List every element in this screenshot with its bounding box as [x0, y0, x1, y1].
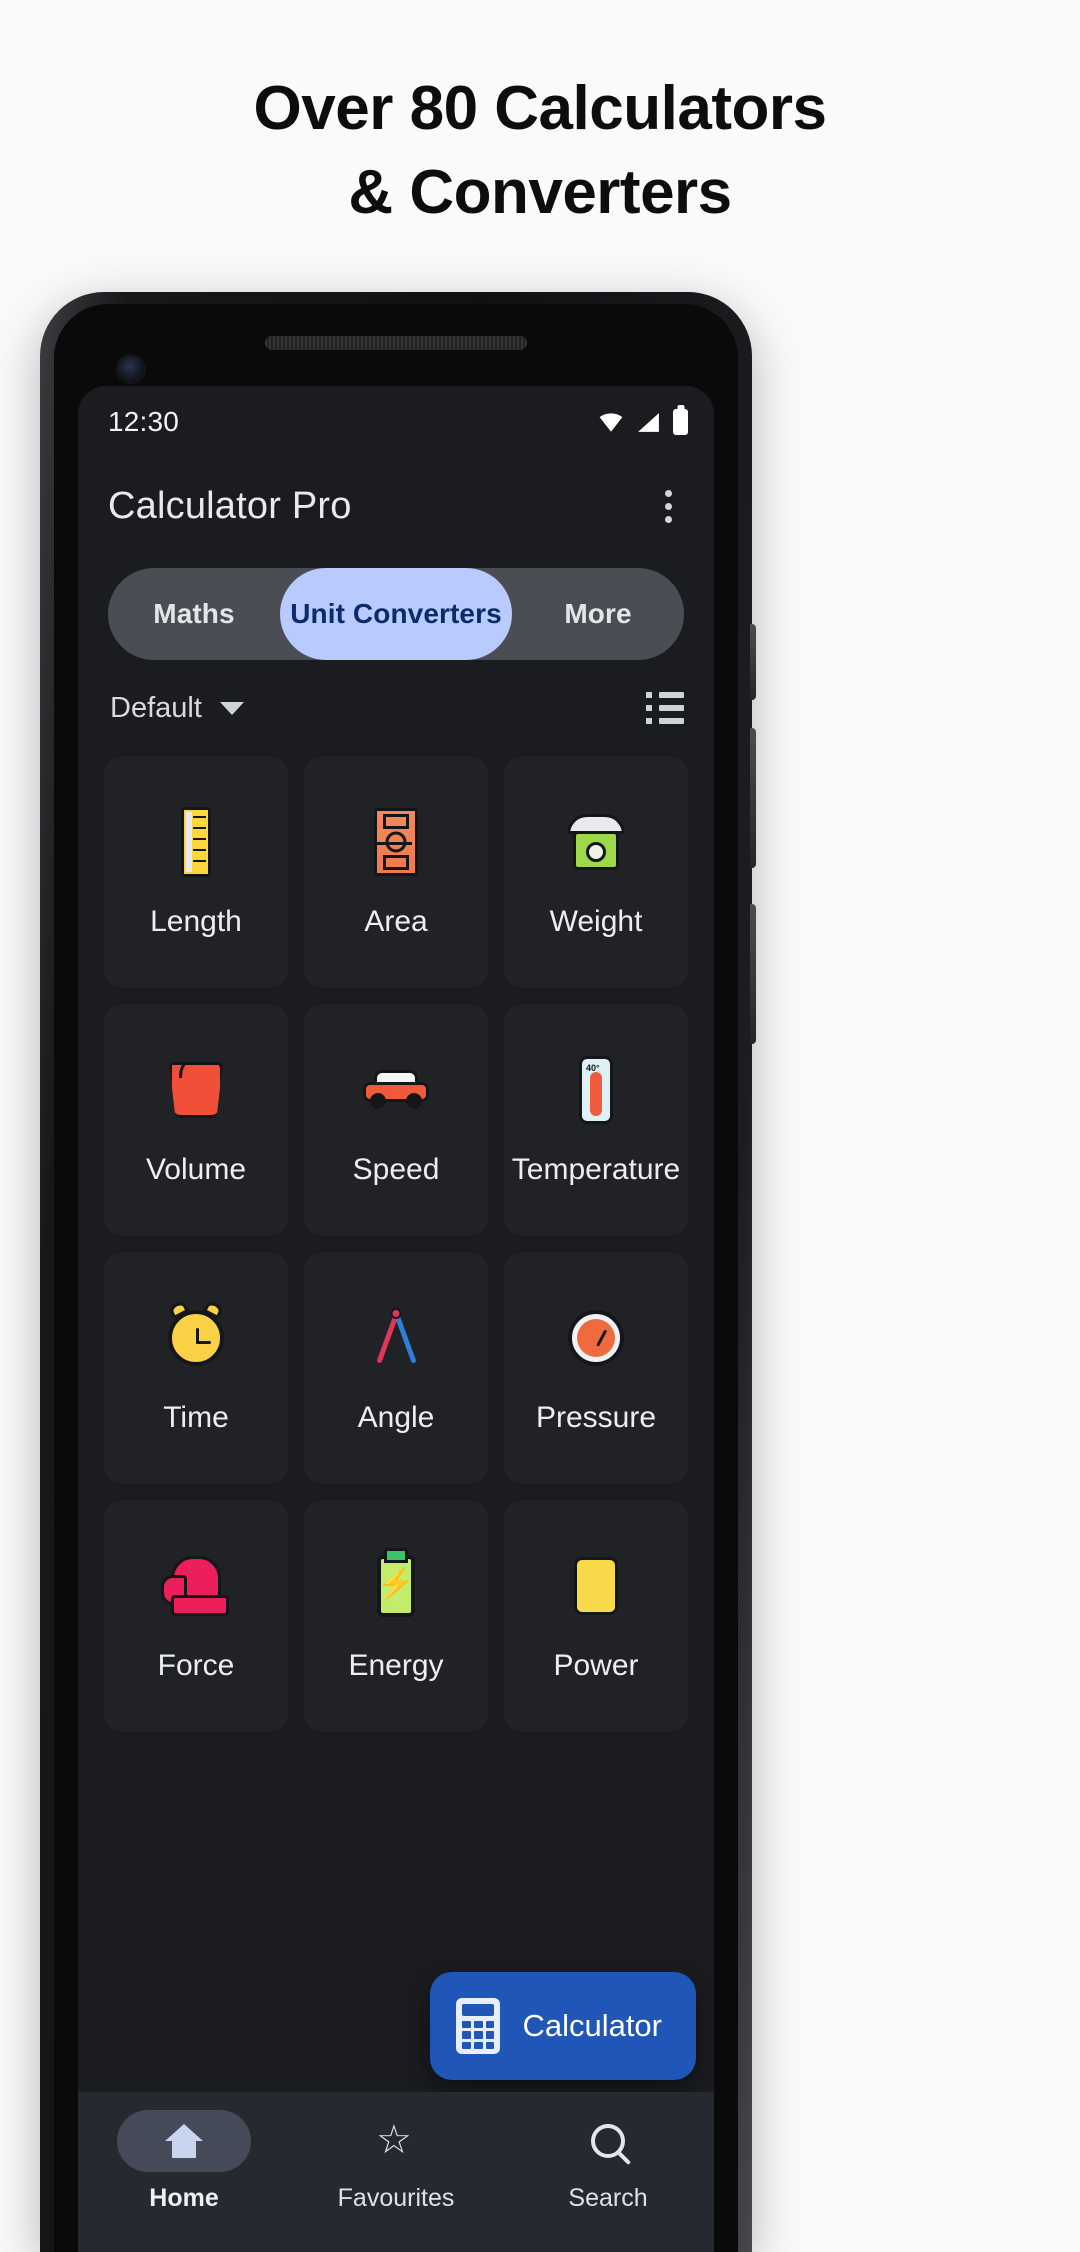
- grid-item-time[interactable]: Time: [104, 1252, 288, 1484]
- phone-side-button: [750, 624, 756, 700]
- grid-item-label: Area: [364, 905, 428, 938]
- phone-power-button: [750, 904, 756, 1044]
- phone-bezel: 12:30 Calculator Pro Maths Unit Converte…: [54, 304, 738, 2252]
- grid-item-label: Speed: [352, 1153, 440, 1186]
- grid-item-energy[interactable]: ⚡ Energy: [304, 1500, 488, 1732]
- search-icon: [591, 2124, 625, 2158]
- grid-item-weight[interactable]: Weight: [504, 756, 688, 988]
- alarm-clock-icon: [167, 1299, 225, 1366]
- nav-item-home[interactable]: Home: [78, 2110, 290, 2213]
- grid-item-label: Energy: [348, 1649, 444, 1682]
- boxing-glove-icon: [161, 1556, 229, 1616]
- page-title: Over 80 Calculators & Converters: [0, 78, 1080, 224]
- phone-volume-button: [750, 728, 756, 868]
- converter-grid: Length Area Weight Volume Speed 40° Temp…: [78, 756, 714, 1732]
- grid-item-label: Power: [553, 1649, 639, 1682]
- nav-label: Search: [568, 2184, 648, 2212]
- star-icon: ☆: [376, 2118, 412, 2162]
- grid-item-label: Weight: [549, 905, 643, 938]
- tab-bar: Maths Unit Converters More: [78, 554, 714, 660]
- gauge-icon: [568, 1310, 624, 1366]
- plug-icon: [574, 1557, 618, 1615]
- calculator-fab-label: Calculator: [522, 2008, 662, 2043]
- app-title: Calculator Pro: [108, 484, 352, 527]
- grid-item-force[interactable]: Force: [104, 1500, 288, 1732]
- calculator-fab[interactable]: Calculator: [430, 1972, 696, 2080]
- filter-row: Default: [78, 660, 714, 756]
- phone-mockup: 12:30 Calculator Pro Maths Unit Converte…: [40, 292, 756, 2252]
- grid-item-angle[interactable]: Angle: [304, 1252, 488, 1484]
- grid-item-label: Angle: [357, 1401, 435, 1434]
- front-camera: [118, 356, 144, 382]
- grid-item-length[interactable]: Length: [104, 756, 288, 988]
- grid-item-label: Force: [157, 1649, 235, 1682]
- grid-item-power[interactable]: Power: [504, 1500, 688, 1732]
- headline-line-2: & Converters: [348, 158, 732, 227]
- grid-item-label: Pressure: [535, 1401, 657, 1434]
- grid-item-area[interactable]: Area: [304, 756, 488, 988]
- home-icon: [165, 2124, 203, 2158]
- ruler-icon: [181, 807, 211, 877]
- grid-item-label: Temperature: [511, 1153, 681, 1186]
- sort-dropdown-label: Default: [110, 691, 202, 724]
- overflow-menu-icon[interactable]: [648, 483, 688, 529]
- grid-item-temperature[interactable]: 40° Temperature: [504, 1004, 688, 1236]
- sort-dropdown[interactable]: Default: [110, 692, 244, 725]
- grid-item-label: Time: [163, 1401, 229, 1434]
- grid-item-pressure[interactable]: Pressure: [504, 1252, 688, 1484]
- bucket-icon: [169, 1062, 223, 1118]
- headline-line-1: Over 80 Calculators: [253, 74, 827, 143]
- battery-icon: [673, 409, 688, 435]
- compass-icon: [371, 1308, 421, 1368]
- chevron-down-icon: [219, 701, 244, 715]
- tab-unit-converters[interactable]: Unit Converters: [279, 568, 513, 660]
- sports-field-icon: [374, 808, 418, 876]
- app-bar: Calculator Pro: [78, 458, 714, 554]
- signal-icon: [638, 412, 659, 432]
- battery-bolt-icon: ⚡: [377, 1555, 415, 1617]
- tab-more[interactable]: More: [512, 568, 684, 660]
- grid-item-label: Volume: [145, 1153, 247, 1186]
- calculator-icon: [456, 1998, 501, 2054]
- grid-item-volume[interactable]: Volume: [104, 1004, 288, 1236]
- nav-item-favourites[interactable]: ☆ Favourites: [290, 2110, 502, 2213]
- tab-maths[interactable]: Maths: [108, 568, 280, 660]
- weighing-scale-icon: [567, 814, 625, 870]
- phone-screen: 12:30 Calculator Pro Maths Unit Converte…: [78, 386, 714, 2252]
- status-icons: [598, 409, 688, 435]
- status-bar: 12:30: [78, 386, 714, 458]
- nav-label: Home: [149, 2184, 219, 2212]
- earpiece-speaker: [265, 336, 527, 350]
- list-view-icon[interactable]: [646, 692, 684, 724]
- wifi-icon: [599, 413, 623, 432]
- bottom-navigation: Home ☆ Favourites Search: [78, 2092, 714, 2252]
- thermometer-icon: 40°: [579, 1056, 613, 1124]
- grid-item-speed[interactable]: Speed: [304, 1004, 488, 1236]
- grid-item-label: Length: [150, 905, 242, 938]
- nav-item-search[interactable]: Search: [502, 2110, 714, 2213]
- nav-label: Favourites: [337, 2184, 455, 2212]
- status-clock: 12:30: [108, 406, 180, 437]
- car-icon: [363, 1070, 429, 1109]
